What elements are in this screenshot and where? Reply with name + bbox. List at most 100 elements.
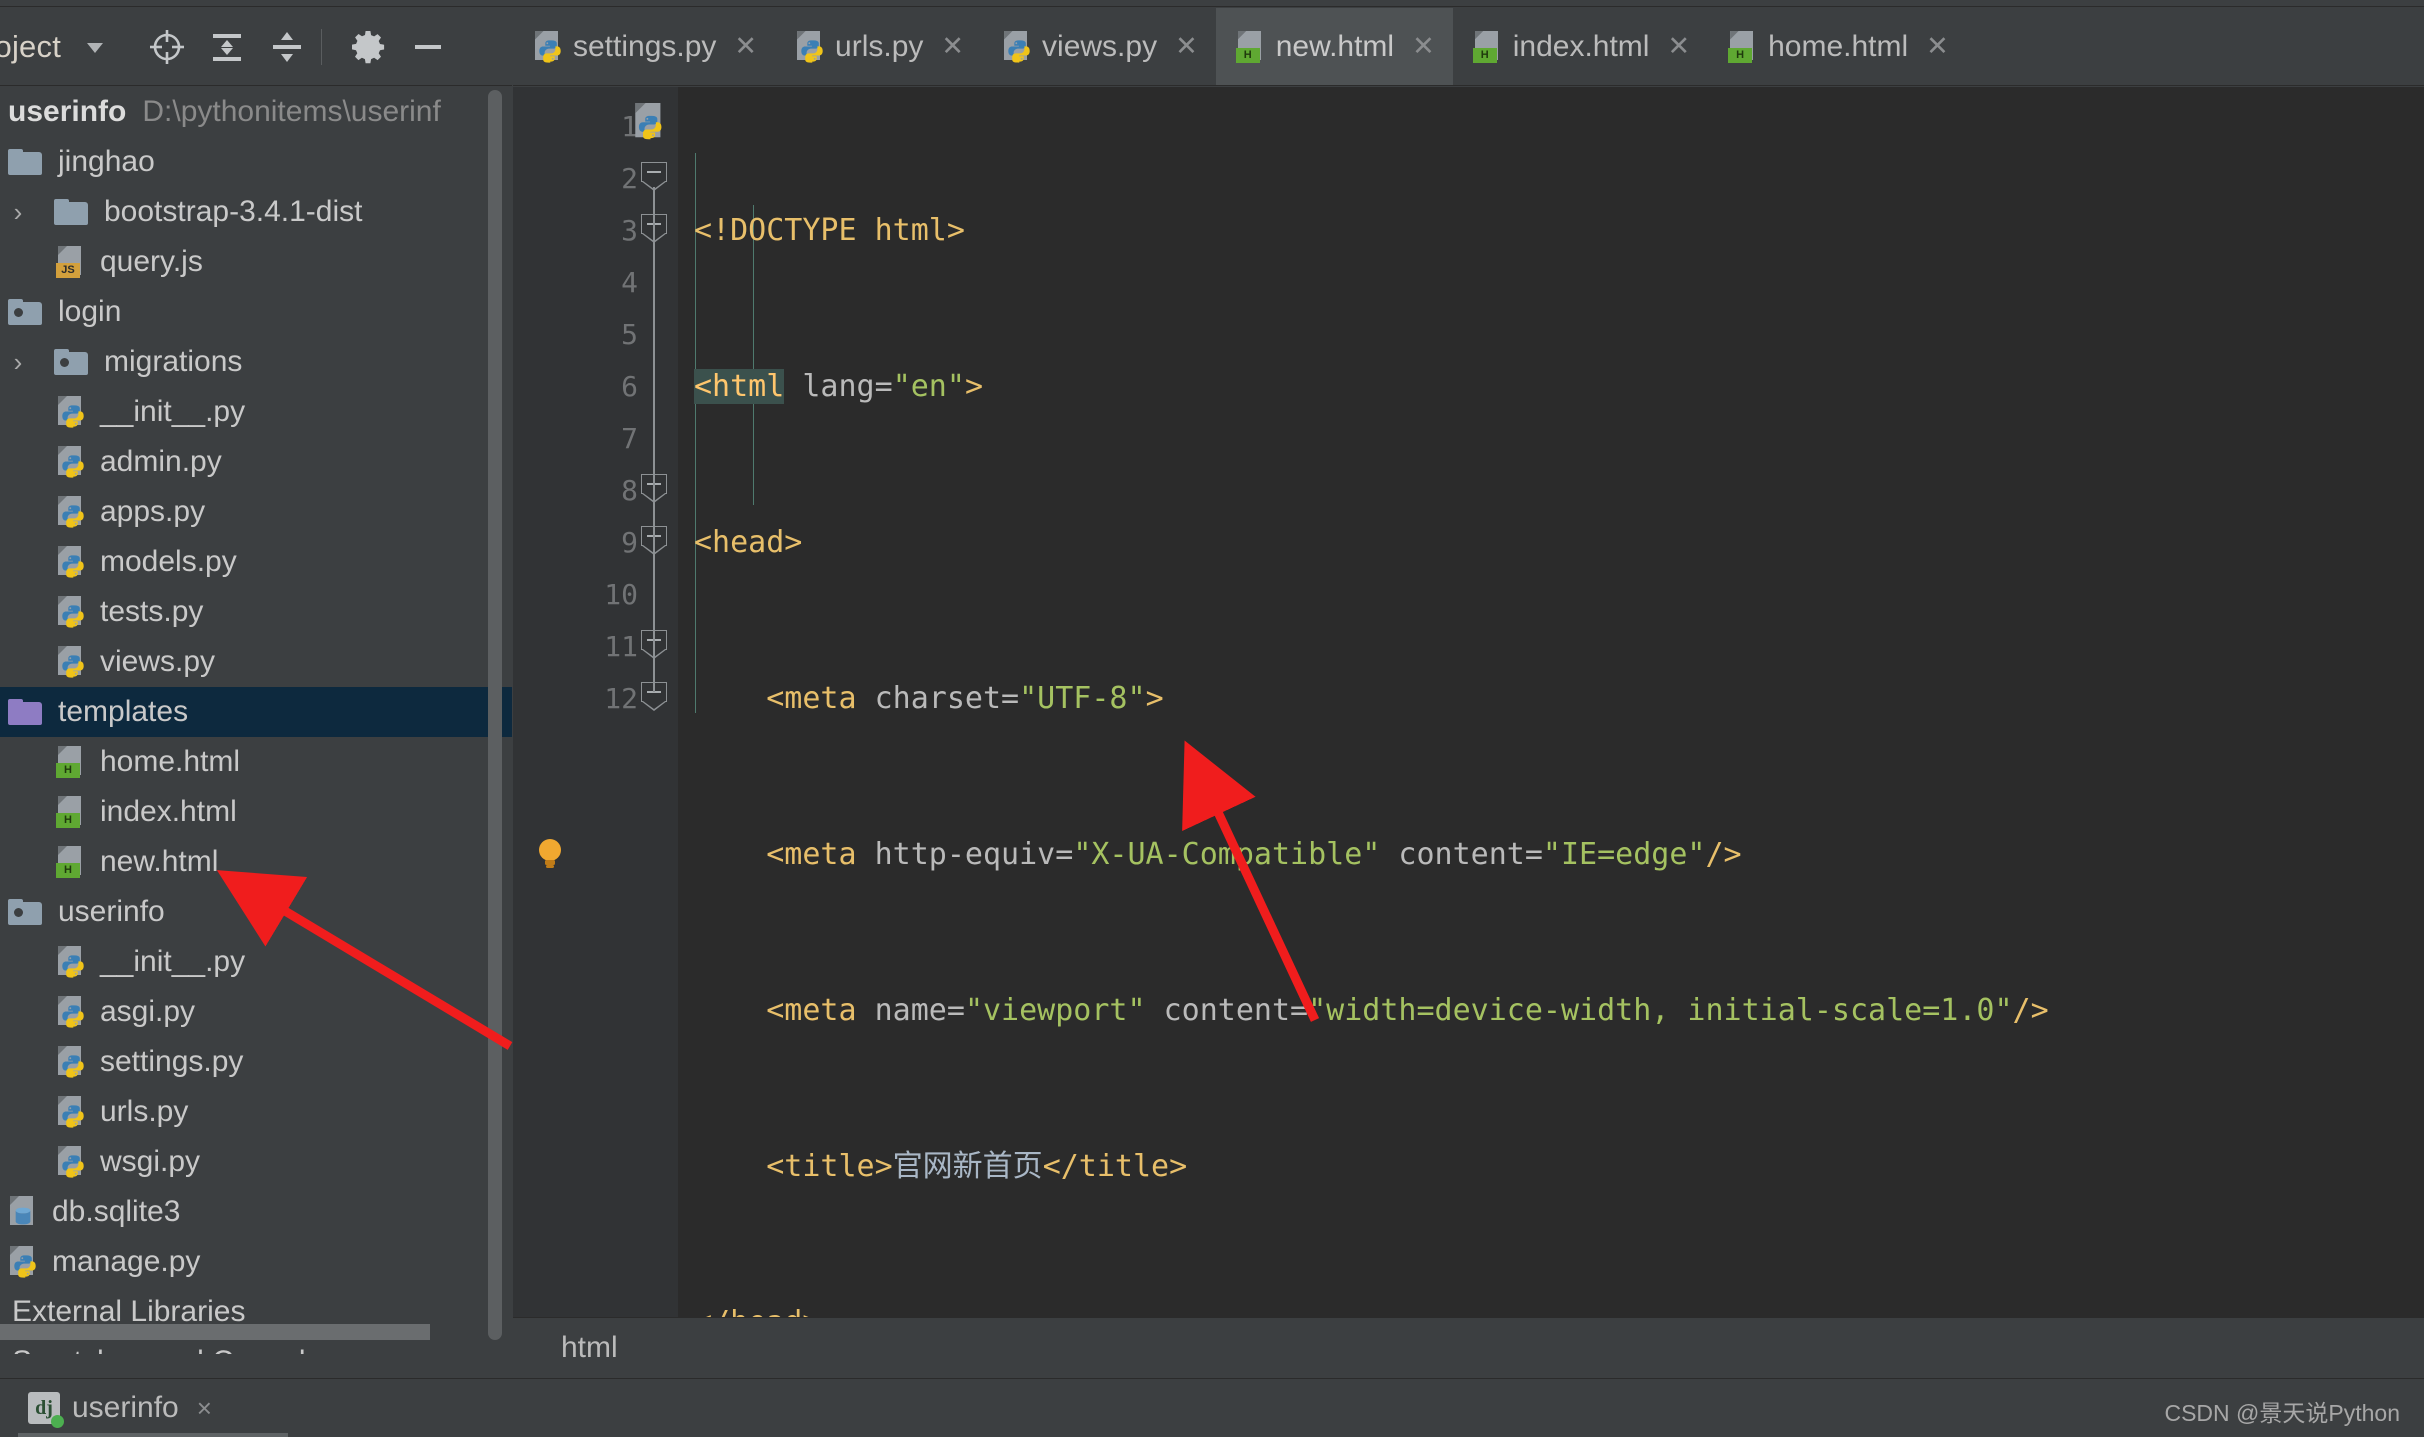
run-tool-window-tab[interactable]: dj userinfo × [28, 1391, 212, 1428]
close-icon[interactable]: ✕ [1926, 33, 1949, 60]
python-file-icon [795, 30, 823, 63]
tree-item-login-init-py[interactable]: __init__.py [0, 387, 512, 437]
fold-marker-line2[interactable] [641, 162, 667, 191]
tree-item-label: jinghao [58, 145, 155, 178]
tree-item-models-py[interactable]: models.py [0, 537, 512, 587]
tree-item-wsgi-py[interactable]: wsgi.py [0, 1137, 512, 1187]
breadcrumb[interactable]: html [561, 1331, 618, 1365]
locate-file-icon[interactable] [145, 25, 189, 69]
tree-item-apps-py[interactable]: apps.py [0, 487, 512, 537]
toolbar-divider [321, 28, 323, 65]
fold-markers-column[interactable] [633, 87, 679, 1317]
project-tree-horizontal-scrollbar[interactable] [0, 1324, 430, 1340]
tree-item-login-views-py[interactable]: views.py [0, 637, 512, 687]
tree-item-bootstrap[interactable]: › bootstrap-3.4.1-dist [0, 187, 512, 237]
hide-panel-icon[interactable] [406, 25, 450, 69]
tree-item-urls-py[interactable]: urls.py [0, 1087, 512, 1137]
html-file-icon: H [56, 846, 84, 878]
tree-item-asgi-py[interactable]: asgi.py [0, 987, 512, 1037]
close-icon[interactable]: ✕ [1412, 33, 1435, 60]
tab-urls-py[interactable]: urls.py ✕ [775, 8, 983, 85]
close-icon[interactable]: ✕ [1667, 33, 1690, 60]
tree-item-label: templates [58, 695, 189, 728]
tree-item-new-html[interactable]: H new.html [0, 837, 512, 887]
breadcrumb-bar: html [513, 1317, 2424, 1377]
tree-item-label: new.html [100, 845, 219, 878]
tree-item-db-sqlite3[interactable]: db.sqlite3 [0, 1187, 512, 1237]
code-line-5[interactable]: <meta http-equiv="X-UA-Compatible" conte… [678, 829, 2424, 881]
collapse-all-icon[interactable] [265, 25, 309, 69]
intention-bulb-icon[interactable] [535, 837, 565, 871]
tree-item-manage-py[interactable]: manage.py [0, 1237, 512, 1287]
tree-item-label: __init__.py [100, 395, 246, 428]
tree-item-admin-py[interactable]: admin.py [0, 437, 512, 487]
code-line-7[interactable]: <title>官网新首页</title> [678, 1141, 2424, 1193]
tree-item-query-js[interactable]: JS query.js [0, 237, 512, 287]
python-file-icon [533, 30, 561, 63]
python-file-icon [56, 1046, 84, 1078]
code-line-3[interactable]: <head> [678, 517, 2424, 569]
python-file-icon [56, 446, 84, 478]
tab-settings-py[interactable]: settings.py ✕ [513, 8, 776, 85]
tree-item-userinfo-init-py[interactable]: __init__.py [0, 937, 512, 987]
chevron-down-icon[interactable] [73, 25, 117, 69]
tree-item-label: Scratches and Consoles [12, 1345, 337, 1354]
project-tree-vertical-scrollbar[interactable] [488, 90, 502, 1342]
tree-item-label: query.js [100, 245, 203, 278]
project-root-name: userinfo [8, 95, 127, 128]
tree-item-label: models.py [100, 545, 237, 578]
python-file-icon [56, 546, 84, 578]
code-text-area[interactable]: <!DOCTYPE html> <html lang="en"> <head> … [678, 87, 2424, 1317]
tree-item-label: login [58, 295, 122, 328]
tree-item-label: settings.py [100, 1045, 244, 1078]
close-icon[interactable]: ✕ [941, 33, 964, 60]
chevron-right-icon[interactable]: › [0, 197, 36, 228]
tree-item-userinfo-pkg[interactable]: userinfo [0, 887, 512, 937]
tree-item-label: userinfo [58, 895, 165, 928]
tree-root-row[interactable]: userinfo D:\pythonitems\userinf [0, 87, 512, 137]
tree-item-label: migrations [104, 345, 243, 378]
tab-label: home.html [1768, 29, 1909, 63]
tab-label: urls.py [835, 29, 924, 63]
settings-gear-icon[interactable] [346, 25, 390, 69]
tree-item-templates[interactable]: templates [0, 687, 512, 737]
close-icon[interactable]: × [197, 1393, 212, 1424]
tab-new-html[interactable]: H new.html ✕ [1215, 8, 1453, 85]
django-icon: dj [28, 1392, 64, 1428]
expand-all-icon[interactable] [205, 25, 249, 69]
code-editor[interactable]: 123456 7 8 9 10 11 12 <!DOCTYPE html> <h… [513, 87, 2424, 1317]
line-numbers: 123456 7 8 9 10 11 12 [604, 110, 638, 715]
tree-item-label: db.sqlite3 [52, 1195, 181, 1228]
tree-item-label: manage.py [52, 1245, 201, 1278]
code-line-1[interactable]: <!DOCTYPE html> [678, 205, 2424, 257]
folder-icon [8, 149, 42, 175]
tree-item-login[interactable]: login [0, 287, 512, 337]
close-icon[interactable]: ✕ [734, 33, 757, 60]
tree-item-index-html[interactable]: H index.html [0, 787, 512, 837]
db-file-icon [8, 1196, 36, 1228]
tree-item-label: bootstrap-3.4.1-dist [104, 195, 363, 228]
module-folder-icon [8, 299, 42, 325]
bottom-tool-window-bar: dj userinfo × [0, 1378, 2424, 1437]
chevron-right-icon[interactable]: › [0, 347, 36, 378]
tab-home-html[interactable]: H home.html ✕ [1708, 8, 1967, 85]
tree-item-label: asgi.py [100, 995, 196, 1028]
tree-item-home-html[interactable]: H home.html [0, 737, 512, 787]
project-tree[interactable]: userinfo D:\pythonitems\userinf jinghao … [0, 87, 512, 1354]
code-line-6[interactable]: <meta name="viewport" content="width=dev… [678, 985, 2424, 1037]
project-panel-title: roject [0, 28, 62, 64]
close-icon[interactable]: ✕ [1175, 33, 1198, 60]
tab-label: new.html [1275, 29, 1395, 63]
tree-item-settings-py[interactable]: settings.py [0, 1037, 512, 1087]
tab-views-py[interactable]: views.py ✕ [982, 8, 1216, 85]
tab-index-html[interactable]: H index.html ✕ [1452, 8, 1709, 85]
code-line-4[interactable]: <meta charset="UTF-8"> [678, 673, 2424, 725]
code-line-2[interactable]: <html lang="en"> [678, 361, 2424, 413]
python-file-icon [56, 946, 84, 978]
tree-item-jinghao[interactable]: jinghao [0, 137, 512, 187]
tree-item-migrations[interactable]: › migrations [0, 337, 512, 387]
tree-item-label: index.html [100, 795, 237, 828]
tree-item-tests-py[interactable]: tests.py [0, 587, 512, 637]
tab-label: index.html [1512, 29, 1650, 63]
code-line-8[interactable]: </head> [678, 1297, 2424, 1317]
